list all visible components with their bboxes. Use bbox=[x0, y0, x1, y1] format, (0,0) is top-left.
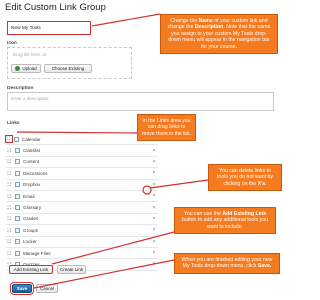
connector-drag bbox=[16, 131, 138, 134]
delete-highlight-circle bbox=[142, 185, 152, 195]
callout-drag-links: In the Links area you can drag links to … bbox=[137, 114, 196, 142]
connector-name bbox=[91, 13, 161, 27]
callout-add-existing: You can use the Add Existing Link button… bbox=[174, 207, 276, 235]
callout-delete-links: You can delete links to tools you do not… bbox=[208, 164, 282, 192]
callout-name-description: Change the Name of your custom link and … bbox=[160, 14, 278, 55]
callout-save: When you are finished editing your new M… bbox=[174, 253, 280, 274]
connector-save bbox=[33, 259, 175, 289]
connector-add-existing bbox=[51, 231, 175, 265]
connector-delete bbox=[149, 179, 209, 189]
